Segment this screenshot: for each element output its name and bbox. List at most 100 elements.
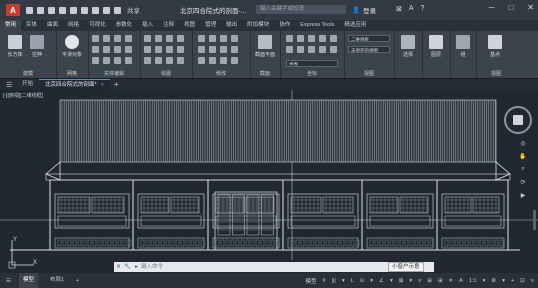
tab-annotate[interactable]: 注释 (158, 20, 179, 31)
explode-icon[interactable] (198, 57, 205, 64)
tab-drawing[interactable]: 北京四合院式的剖面* × (39, 78, 110, 91)
status-toggle[interactable]: # (322, 278, 325, 284)
tab-addins[interactable]: 附加模块 (242, 20, 274, 31)
tab-home[interactable]: 常用 (0, 20, 22, 31)
arc-icon[interactable] (177, 35, 184, 42)
smooth-object-button[interactable]: 平滑对象 (62, 35, 82, 58)
status-toggle[interactable]: ||| (332, 278, 336, 284)
status-toggle[interactable]: ▾ (482, 278, 485, 284)
scale-icon[interactable] (220, 35, 227, 42)
box-button[interactable]: 长方体 (6, 35, 24, 58)
extrude-button[interactable]: 拉伸 (28, 35, 46, 58)
orbit-icon[interactable]: ⟳ (520, 179, 525, 186)
tab-visualize[interactable]: 可视化 (84, 20, 111, 31)
tab-mesh[interactable]: 网格 (63, 20, 84, 31)
tab-view[interactable]: 视图 (179, 20, 200, 31)
named-view-dropdown[interactable]: 未保存的视图 (348, 46, 390, 53)
viewport-controls[interactable]: [-][俯视][二维线框] (3, 92, 43, 99)
status-toggle[interactable]: ▾ (390, 278, 393, 284)
status-toggle[interactable]: ⊠ (399, 278, 404, 284)
ucs-face-icon[interactable] (308, 46, 315, 53)
zoom-icon[interactable]: ⌕ (521, 166, 524, 173)
status-toggle[interactable]: ⊞ (438, 278, 443, 284)
line-icon[interactable] (144, 35, 151, 42)
save-as-icon[interactable] (59, 6, 66, 14)
erase-icon[interactable] (209, 57, 216, 64)
rectangle-icon[interactable] (144, 46, 151, 53)
status-toggle[interactable]: A (459, 278, 463, 284)
mobile-icon[interactable] (81, 6, 88, 14)
status-toggle[interactable]: ▾ (342, 278, 345, 284)
search-input[interactable]: 键入关键字或短语 (256, 5, 346, 14)
ucs-z-icon[interactable] (319, 35, 326, 42)
status-toggle[interactable]: ⚙ (491, 278, 496, 284)
new-file-icon[interactable] (26, 6, 33, 14)
ucs-y-icon[interactable] (297, 46, 304, 53)
ucs-view-icon[interactable] (330, 46, 337, 53)
tab-surface[interactable]: 曲面 (42, 20, 63, 31)
tab-start[interactable]: 开始 (16, 79, 39, 90)
tab-featured-apps[interactable]: 精选应用 (339, 20, 371, 31)
status-toggle[interactable]: 1:1 (469, 278, 477, 284)
showmotion-icon[interactable]: ▶ (521, 192, 526, 199)
web-icon[interactable] (70, 6, 77, 14)
spline-icon[interactable] (144, 57, 151, 64)
close-tab-icon[interactable]: × (101, 82, 104, 88)
tab-parametric[interactable]: 参数化 (111, 20, 138, 31)
menu-icon[interactable]: ☰ (6, 81, 16, 89)
subtract-icon[interactable] (103, 35, 110, 42)
ucs-dropdown[interactable]: 世界 (286, 60, 338, 67)
close-command-icon[interactable]: ✕ (114, 264, 123, 270)
status-toggle[interactable]: ✈ (449, 278, 454, 284)
move-icon[interactable] (198, 35, 205, 42)
tab-insert[interactable]: 插入 (137, 20, 158, 31)
ucs-icon[interactable] (286, 35, 293, 42)
array-icon[interactable] (220, 46, 227, 53)
ucs-x-icon[interactable] (286, 46, 293, 53)
imprint-icon[interactable] (103, 46, 110, 53)
tab-layout1[interactable]: 布局1 (46, 273, 68, 288)
ucs-3point-icon[interactable] (330, 35, 337, 42)
status-toggle[interactable]: ⊙ (360, 278, 365, 284)
new-tab-button[interactable]: + (114, 80, 119, 89)
maximize-button[interactable]: □ (508, 3, 513, 12)
status-toggle[interactable]: ⊞ (427, 278, 432, 284)
viewcube-face[interactable] (513, 115, 523, 125)
ucs-origin-icon[interactable] (308, 35, 315, 42)
hatch-icon[interactable] (177, 46, 184, 53)
redo-icon[interactable] (114, 6, 121, 14)
pan-icon[interactable]: ✋ (519, 153, 526, 160)
signin-button[interactable]: 👤 登录 (352, 5, 376, 15)
tab-model[interactable]: 模型 (18, 273, 38, 288)
union-icon[interactable] (92, 35, 99, 42)
region-icon[interactable] (155, 57, 162, 64)
cart-icon[interactable]: ⊠ (396, 5, 402, 13)
tab-express-tools[interactable]: Express Tools (295, 20, 339, 31)
steering-wheel-icon[interactable]: ◎ (520, 140, 525, 147)
section-plane-button[interactable]: 截面平面 (255, 35, 275, 58)
print-icon[interactable] (92, 6, 99, 14)
tab-manage[interactable]: 管理 (200, 20, 221, 31)
drawing-canvas[interactable]: [-][俯视][二维线框] ◎ ✋ ⌕ ⟳ ▶ Y X ✕ 🔧 ▸ 小窗户示意 (0, 90, 538, 273)
tab-collaborate[interactable]: 协作 (274, 20, 295, 31)
point-icon[interactable] (166, 57, 173, 64)
command-input[interactable] (141, 262, 361, 272)
visual-style-dropdown[interactable]: 二维线框 (348, 35, 390, 42)
status-toggle[interactable]: ▾ (409, 278, 412, 284)
autodesk-icon[interactable]: A (409, 5, 414, 13)
save-icon[interactable] (48, 6, 55, 14)
viewcube[interactable] (504, 106, 532, 134)
intersect-icon[interactable] (114, 35, 121, 42)
open-file-icon[interactable] (37, 6, 44, 14)
align-icon[interactable] (220, 57, 227, 64)
thicken-icon[interactable] (125, 57, 132, 64)
layouts-menu-icon[interactable]: ☰ (6, 278, 11, 284)
undo-icon[interactable] (103, 6, 110, 14)
selection-button[interactable]: 选择 (399, 35, 417, 58)
polyline-icon[interactable] (155, 35, 162, 42)
minimize-button[interactable]: ─ (489, 3, 495, 12)
help-icon[interactable]: ? (421, 5, 425, 13)
group-button[interactable]: 组 (454, 35, 472, 58)
polygon-icon[interactable] (155, 46, 162, 53)
status-toggle[interactable]: ∠ (379, 278, 384, 284)
